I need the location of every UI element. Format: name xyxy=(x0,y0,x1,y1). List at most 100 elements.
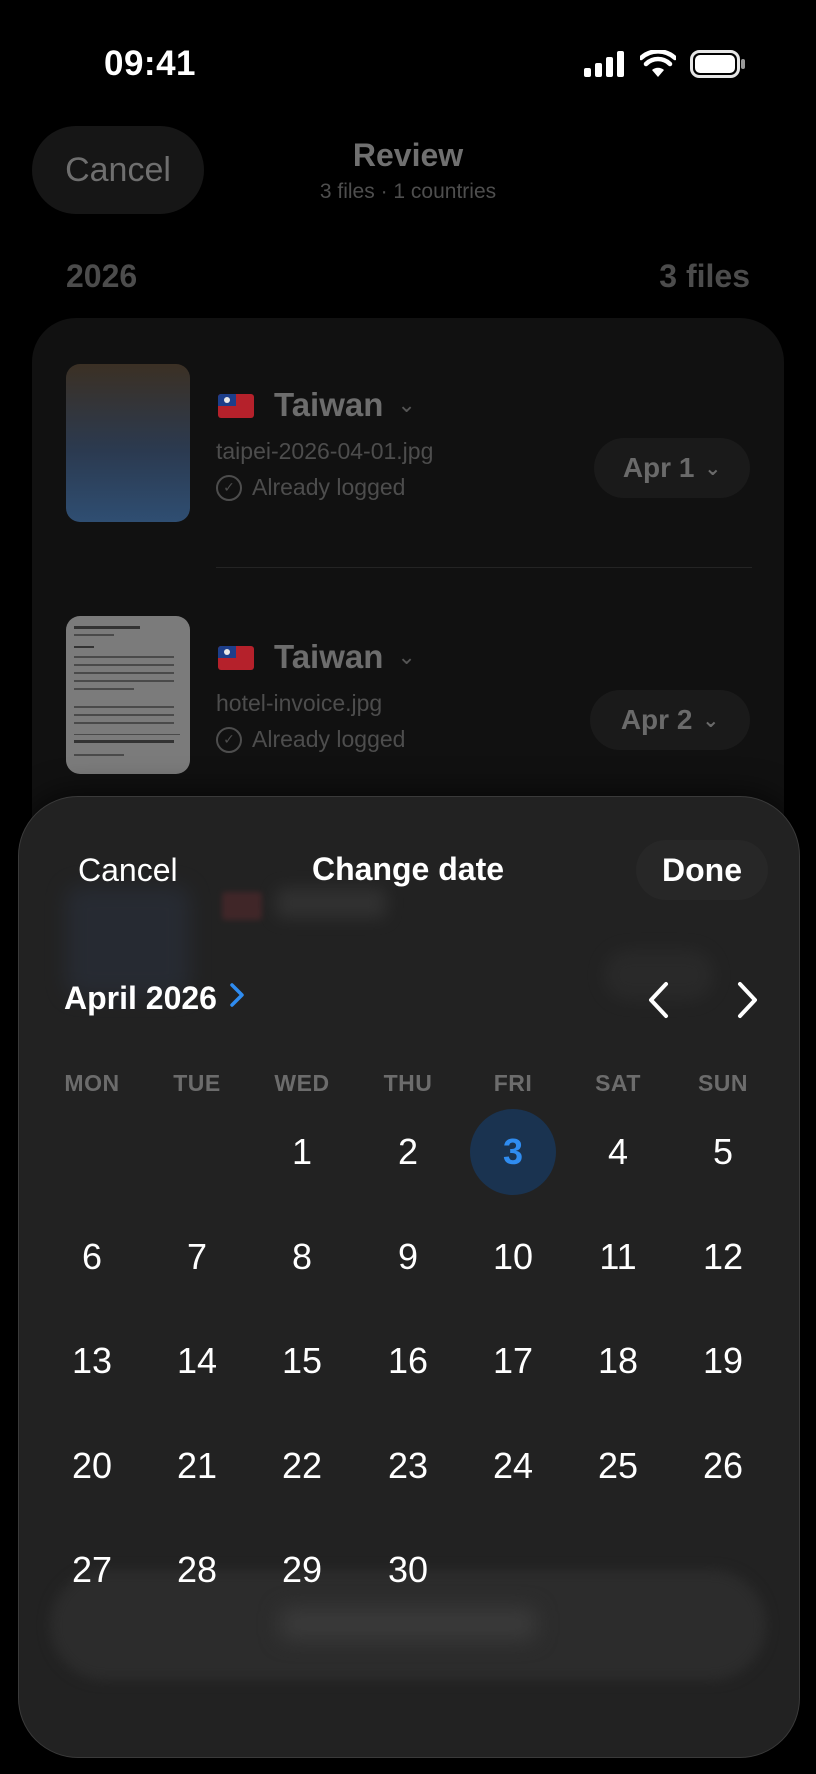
weekday-tue: TUE xyxy=(173,1070,221,1096)
calendar-day[interactable]: 22 xyxy=(250,1422,354,1510)
calendar-day[interactable]: 23 xyxy=(356,1422,460,1510)
country-selector[interactable]: Taiwan ⌄ xyxy=(274,638,416,676)
status-time: 09:41 xyxy=(104,44,197,83)
weekday-mon: MON xyxy=(64,1070,120,1096)
day-number: 17 xyxy=(492,1340,534,1381)
chevron-down-icon: ⌄ xyxy=(704,457,722,480)
day-number: 10 xyxy=(492,1236,534,1277)
day-number: 23 xyxy=(387,1445,429,1486)
taiwan-flag-icon xyxy=(218,394,254,418)
cellular-signal-icon xyxy=(584,51,624,77)
sheet-done-button[interactable]: Done xyxy=(636,840,768,900)
weekday-thu: THU xyxy=(383,1070,433,1096)
invoice-thumbnail[interactable] xyxy=(66,616,190,774)
day-number: 22 xyxy=(281,1445,323,1486)
calendar-day[interactable]: 21 xyxy=(145,1422,249,1510)
day-number: 21 xyxy=(176,1445,218,1486)
year-header: 2026 xyxy=(66,258,138,294)
day-number: 15 xyxy=(281,1340,323,1381)
calendar-day-selected[interactable]: 3 xyxy=(461,1108,565,1196)
chevron-right-icon xyxy=(229,982,245,1016)
day-number: 12 xyxy=(702,1236,744,1277)
date-label: Apr 1 xyxy=(622,452,695,483)
day-number: 20 xyxy=(71,1445,113,1486)
date-label: Apr 2 xyxy=(620,704,693,735)
check-circle-icon: ✓ xyxy=(216,726,242,753)
day-number: 18 xyxy=(597,1340,639,1381)
day-number: 19 xyxy=(702,1340,744,1381)
calendar-day[interactable]: 2 xyxy=(356,1108,460,1196)
chevron-down-icon: ⌄ xyxy=(702,709,720,732)
day-number: 24 xyxy=(492,1445,534,1486)
calendar-day[interactable]: 14 xyxy=(145,1317,249,1405)
day-number: 30 xyxy=(387,1549,429,1590)
day-number: 28 xyxy=(176,1549,218,1590)
status-row: ✓ Already logged xyxy=(216,474,405,501)
calendar-day[interactable]: 25 xyxy=(566,1422,670,1510)
calendar-day[interactable]: 17 xyxy=(461,1317,565,1405)
file-count: 3 files xyxy=(659,258,750,294)
date-pill[interactable]: Apr 2 ⌄ xyxy=(590,690,750,750)
calendar-day[interactable]: 19 xyxy=(671,1317,775,1405)
calendar-day[interactable]: 20 xyxy=(40,1422,144,1510)
day-number: 5 xyxy=(712,1131,734,1172)
calendar-day[interactable]: 13 xyxy=(40,1317,144,1405)
calendar-day[interactable]: 11 xyxy=(566,1213,670,1301)
day-number: 29 xyxy=(281,1549,323,1590)
calendar-day[interactable]: 12 xyxy=(671,1213,775,1301)
day-number: 25 xyxy=(597,1445,639,1486)
day-number: 4 xyxy=(607,1131,629,1172)
calendar-day[interactable]: 10 xyxy=(461,1213,565,1301)
next-month-button[interactable] xyxy=(722,975,772,1025)
calendar-day[interactable]: 1 xyxy=(250,1108,354,1196)
calendar-day[interactable]: 6 xyxy=(40,1213,144,1301)
file-name: taipei-2026-04-01.jpg xyxy=(216,438,434,464)
country-label: Taiwan xyxy=(274,638,384,675)
weekday-wed: WED xyxy=(274,1070,330,1096)
calendar-day[interactable]: 16 xyxy=(356,1317,460,1405)
country-selector[interactable]: Taiwan ⌄ xyxy=(274,386,416,424)
month-year-label: April 2026 xyxy=(64,980,217,1016)
calendar-day[interactable]: 30 xyxy=(356,1526,460,1614)
wifi-icon xyxy=(640,50,676,77)
country-label: Taiwan xyxy=(274,386,384,423)
day-number: 9 xyxy=(397,1236,419,1277)
calendar-day[interactable]: 24 xyxy=(461,1422,565,1510)
calendar-day[interactable]: 28 xyxy=(145,1526,249,1614)
calendar-day[interactable]: 27 xyxy=(40,1526,144,1614)
status-icons xyxy=(584,50,746,78)
review-subtitle: 3 files · 1 countries xyxy=(319,180,497,203)
chevron-down-icon: ⌄ xyxy=(397,644,416,669)
status-row: ✓ Already logged xyxy=(216,726,405,753)
blurred-content xyxy=(222,892,262,920)
day-number: 3 xyxy=(502,1131,524,1172)
weekday-sat: SAT xyxy=(595,1070,641,1096)
day-number: 27 xyxy=(71,1549,113,1590)
chevron-down-icon: ⌄ xyxy=(397,392,416,417)
photo-thumbnail[interactable] xyxy=(66,364,190,522)
previous-month-button[interactable] xyxy=(634,975,684,1025)
day-number: 2 xyxy=(397,1131,419,1172)
battery-icon xyxy=(690,50,745,78)
month-year-selector[interactable]: April 2026 xyxy=(64,980,245,1017)
day-number: 16 xyxy=(387,1340,429,1381)
calendar-day[interactable]: 7 xyxy=(145,1213,249,1301)
calendar-day[interactable]: 4 xyxy=(566,1108,670,1196)
calendar-day[interactable]: 9 xyxy=(356,1213,460,1301)
file-name: hotel-invoice.jpg xyxy=(216,690,383,716)
calendar-day[interactable]: 29 xyxy=(250,1526,354,1614)
weekday-sun: SUN xyxy=(697,1070,749,1096)
calendar-day[interactable]: 18 xyxy=(566,1317,670,1405)
check-circle-icon: ✓ xyxy=(216,474,242,501)
divider xyxy=(216,567,752,568)
date-pill[interactable]: Apr 1 ⌄ xyxy=(594,438,750,498)
calendar-day[interactable]: 5 xyxy=(671,1108,775,1196)
day-number: 13 xyxy=(71,1340,113,1381)
blurred-content xyxy=(276,888,386,918)
calendar-day[interactable]: 26 xyxy=(671,1422,775,1510)
day-number: 1 xyxy=(291,1131,313,1172)
calendar-day[interactable]: 8 xyxy=(250,1213,354,1301)
day-number: 11 xyxy=(599,1236,637,1277)
chevron-left-icon xyxy=(649,982,668,1018)
calendar-day[interactable]: 15 xyxy=(250,1317,354,1405)
